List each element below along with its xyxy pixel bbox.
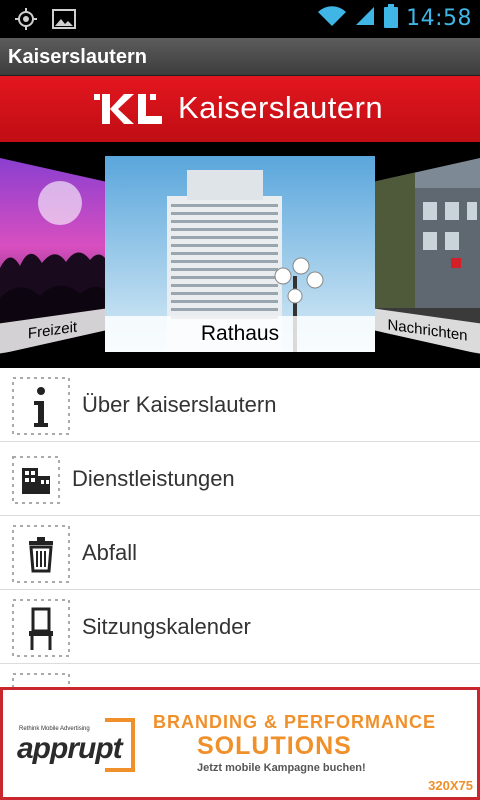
ad-headline-2: SOLUTIONS — [197, 732, 352, 760]
app-root: 14:58 Kaiserslautern Kaiserslautern Frei… — [0, 0, 480, 800]
menu-item-abfall[interactable]: Abfall — [0, 516, 480, 590]
carousel-card-rathaus[interactable]: Rathaus — [105, 156, 375, 352]
gps-icon — [14, 7, 38, 36]
building-icon — [12, 456, 60, 504]
ad-headline: BRANDING & PERFORMANCE — [153, 712, 436, 732]
ad-size-label: 320X75 — [428, 778, 473, 793]
menu-item-more[interactable] — [0, 664, 480, 688]
ad-subline: Jetzt mobile Kampagne buchen! — [197, 762, 366, 774]
menu-label: Abfall — [82, 540, 138, 565]
menu-label: Sitzungskalender — [82, 614, 251, 639]
signal-icon — [354, 5, 376, 32]
app-title: Kaiserslautern — [8, 46, 147, 68]
city-banner: Kaiserslautern — [0, 76, 480, 142]
menu-item-ueber-kaiserslautern[interactable]: Über Kaiserslautern — [0, 368, 480, 442]
ad-logo-bracket-icon — [99, 716, 139, 779]
carousel-caption-rathaus: Rathaus — [105, 316, 375, 352]
trash-icon — [12, 525, 70, 583]
image-icon — [52, 8, 76, 35]
menu-label: Dienstleistungen — [72, 466, 235, 491]
wifi-icon — [318, 5, 347, 32]
carousel-card-nachrichten[interactable]: Nachrichten — [375, 158, 480, 354]
main-menu: Über Kaiserslautern Dienstleistungen Abf… — [0, 368, 480, 688]
chair-icon — [12, 599, 70, 657]
carousel-card-freizeit[interactable]: Freizeit — [0, 158, 105, 354]
brand-name: Kaiserslautern — [178, 90, 384, 125]
clock: 14:58 — [406, 6, 472, 31]
menu-item-sitzungskalender[interactable]: Sitzungskalender — [0, 590, 480, 664]
ad-banner[interactable]: Rethink Mobile Advertising apprupt BRAND… — [0, 687, 480, 800]
info-icon — [12, 377, 70, 435]
placeholder-icon — [12, 673, 70, 688]
battery-icon — [384, 4, 399, 33]
status-bar: 14:58 — [0, 0, 480, 38]
app-title-bar: Kaiserslautern — [0, 38, 480, 76]
kl-logo-icon — [94, 92, 166, 131]
menu-label: Über Kaiserslautern — [82, 392, 277, 417]
menu-item-dienstleistungen[interactable]: Dienstleistungen — [0, 442, 480, 516]
category-carousel[interactable]: Freizeit Rathaus Nachrichten — [0, 142, 480, 368]
